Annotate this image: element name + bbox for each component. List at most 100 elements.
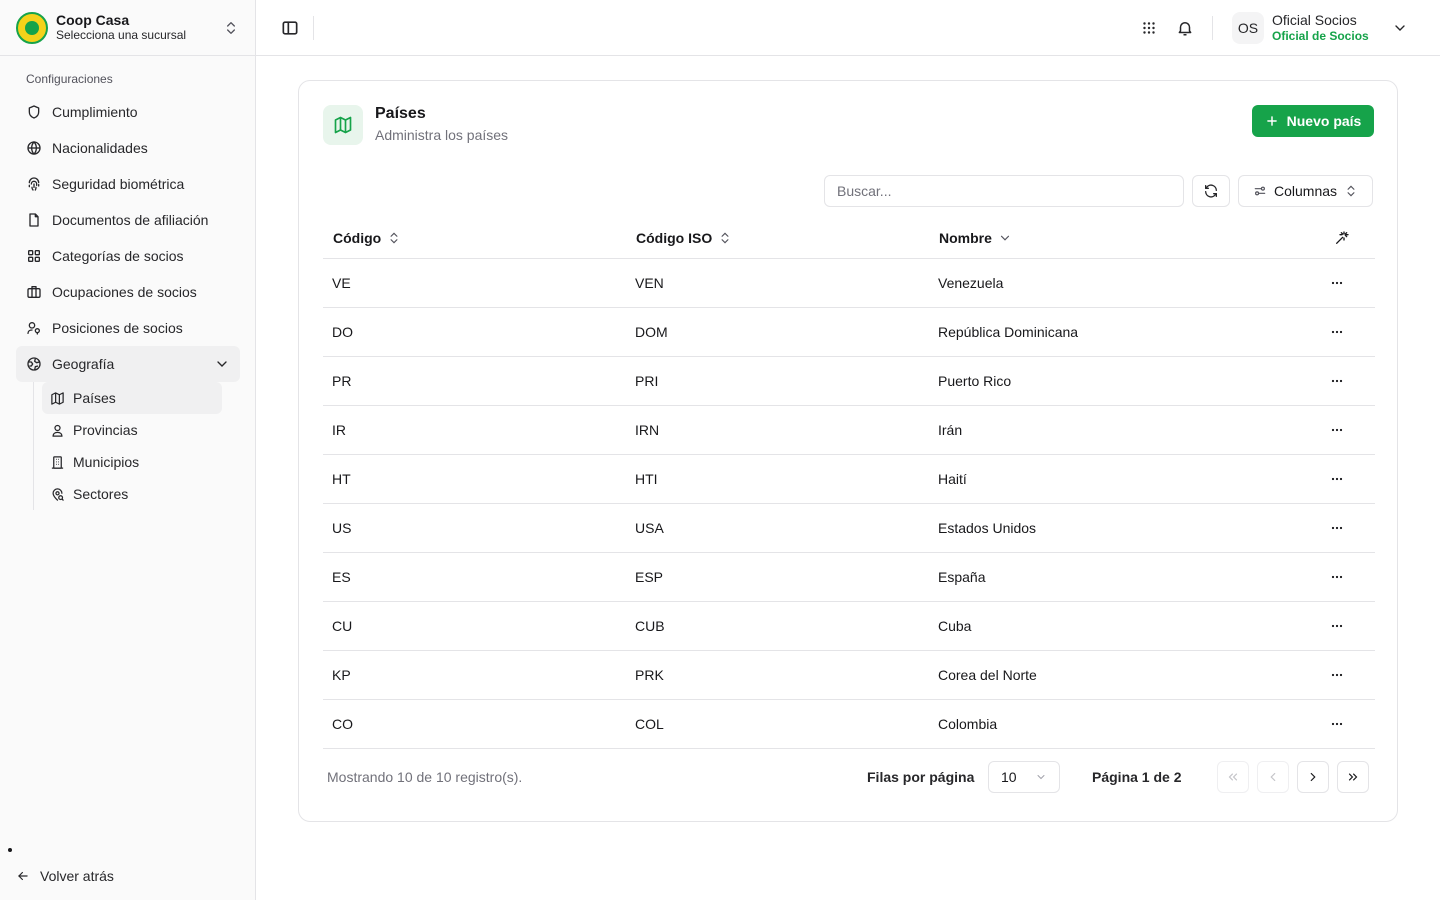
user-role: Oficial de Socios xyxy=(1272,29,1369,43)
row-actions-button[interactable] xyxy=(1299,373,1375,389)
divider xyxy=(313,16,314,40)
cell-code: DO xyxy=(332,324,353,340)
briefcase-icon xyxy=(27,286,41,298)
cell-name: Estados Unidos xyxy=(938,520,1037,536)
sidebar-item-geografia[interactable]: Geografía xyxy=(16,346,240,382)
last-page-button[interactable] xyxy=(1337,761,1369,793)
sidebar-item-nacionalidades[interactable]: Nacionalidades xyxy=(16,130,240,166)
row-actions-button[interactable] xyxy=(1299,520,1375,536)
search-input[interactable] xyxy=(824,175,1184,207)
row-actions-button[interactable] xyxy=(1299,667,1375,683)
page-indicator: Página 1 de 2 xyxy=(1092,769,1182,785)
user-menu[interactable]: Oficial Socios Oficial de Socios xyxy=(1272,12,1369,44)
sidebar-nav: Cumplimiento Nacionalidades Seguridad bi… xyxy=(16,94,240,510)
sidebar-item-seguridad-biometrica[interactable]: Seguridad biométrica xyxy=(16,166,240,202)
status-dot xyxy=(8,848,12,852)
cell-code: KP xyxy=(332,667,351,683)
sidebar-subitem-paises[interactable]: Países xyxy=(42,382,222,414)
cell-name: Cuba xyxy=(938,618,972,634)
sidebar-item-documentos[interactable]: Documentos de afiliación xyxy=(16,202,240,238)
more-horizontal-icon xyxy=(1331,281,1343,285)
sidebar-subitem-label: Provincias xyxy=(73,422,138,438)
refresh-button[interactable] xyxy=(1192,175,1230,207)
chevron-left-icon xyxy=(1270,772,1276,782)
chevrons-up-down-icon xyxy=(227,21,235,34)
table-row: KP PRK Corea del Norte xyxy=(323,651,1375,700)
cell-iso: IRN xyxy=(635,422,660,438)
topbar: OS Oficial Socios Oficial de Socios xyxy=(256,0,1440,56)
apps-grid-icon[interactable] xyxy=(1140,19,1158,37)
chevron-down-icon xyxy=(217,361,227,367)
column-header-iso[interactable]: Código ISO xyxy=(626,230,929,246)
row-actions-button[interactable] xyxy=(1299,618,1375,634)
table-row: CO COL Colombia xyxy=(323,700,1375,749)
cell-code: US xyxy=(332,520,352,536)
rows-per-page-select[interactable]: 10 xyxy=(988,761,1060,793)
next-page-button[interactable] xyxy=(1297,761,1329,793)
reset-sort-button[interactable] xyxy=(1299,230,1375,246)
cell-name: Puerto Rico xyxy=(938,373,1012,389)
row-actions-button[interactable] xyxy=(1299,422,1375,438)
sidebar-item-label: Cumplimiento xyxy=(52,104,138,120)
row-actions-button[interactable] xyxy=(1299,716,1375,732)
more-horizontal-icon xyxy=(1331,428,1343,432)
sidebar-subitem-municipios[interactable]: Municipios xyxy=(42,446,222,478)
sidebar-item-label: Ocupaciones de socios xyxy=(52,284,197,300)
branch-switcher[interactable]: Coop Casa Selecciona una sucursal xyxy=(0,0,255,56)
table-row: ES ESP España xyxy=(323,553,1375,602)
page-subtitle: Administra los países xyxy=(375,127,509,143)
sidebar-subitem-label: Sectores xyxy=(73,486,129,502)
cell-name: Venezuela xyxy=(938,275,1004,291)
table-header: Código Código ISO Nombre xyxy=(323,217,1375,259)
sort-desc-icon xyxy=(1000,235,1009,241)
columns-button[interactable]: Columnas xyxy=(1238,175,1373,207)
back-label: Volver atrás xyxy=(40,868,114,884)
sort-icon xyxy=(721,232,729,243)
cell-iso: COL xyxy=(635,716,664,732)
row-actions-button[interactable] xyxy=(1299,471,1375,487)
coop-logo xyxy=(16,11,48,44)
back-link[interactable]: Volver atrás xyxy=(16,864,114,888)
countries-card: Países Administra los países Nuevo país … xyxy=(298,80,1398,822)
cell-iso: PRI xyxy=(635,373,659,389)
table-row: US USA Estados Unidos xyxy=(323,504,1375,553)
map-icon xyxy=(51,391,64,405)
sidebar-item-cumplimiento[interactable]: Cumplimiento xyxy=(16,94,240,130)
row-actions-button[interactable] xyxy=(1299,324,1375,340)
cell-iso: VEN xyxy=(635,275,664,291)
column-header-code[interactable]: Código xyxy=(323,230,626,246)
row-actions-button[interactable] xyxy=(1299,275,1375,291)
sidebar-subitem-sectores[interactable]: Sectores xyxy=(42,478,222,510)
user-name: Oficial Socios xyxy=(1272,12,1357,28)
row-actions-button[interactable] xyxy=(1299,569,1375,585)
chevron-down-icon[interactable] xyxy=(1392,20,1408,36)
table-row: DO DOM República Dominicana xyxy=(323,308,1375,357)
previous-page-button[interactable] xyxy=(1257,761,1289,793)
cell-code: VE xyxy=(332,275,351,291)
new-country-button[interactable]: Nuevo país xyxy=(1252,105,1374,137)
chevrons-up-down-icon xyxy=(1347,185,1355,197)
sidebar-subitem-provincias[interactable]: Provincias xyxy=(42,414,222,446)
divider xyxy=(1212,16,1213,40)
sidebar-item-categorias[interactable]: Categorías de socios xyxy=(16,238,240,274)
brand-title: Coop Casa xyxy=(56,11,130,28)
magic-wand-icon xyxy=(1336,230,1349,244)
cell-iso: PRK xyxy=(635,667,664,683)
sidebar-item-ocupaciones[interactable]: Ocupaciones de socios xyxy=(16,274,240,310)
column-header-name[interactable]: Nombre xyxy=(929,230,1299,246)
sidebar-item-label: Documentos de afiliación xyxy=(52,212,209,228)
refresh-icon xyxy=(1205,184,1217,198)
first-page-button[interactable] xyxy=(1217,761,1249,793)
sidebar-item-label: Categorías de socios xyxy=(52,248,184,264)
sidebar-toggle-icon[interactable] xyxy=(280,18,300,38)
geografia-subnav: Países Provincias Municipios Sectores xyxy=(33,382,240,510)
plus-icon xyxy=(1266,116,1277,126)
bell-icon[interactable] xyxy=(1176,19,1194,37)
user-avatar[interactable]: OS xyxy=(1232,12,1264,44)
new-country-label: Nuevo país xyxy=(1286,113,1362,129)
map-pin-user-icon xyxy=(52,424,63,437)
page-title: Países xyxy=(375,105,426,122)
sidebar-item-label: Seguridad biométrica xyxy=(52,176,185,192)
sidebar-item-posiciones[interactable]: Posiciones de socios xyxy=(16,310,240,346)
arrow-left-icon xyxy=(18,871,28,881)
